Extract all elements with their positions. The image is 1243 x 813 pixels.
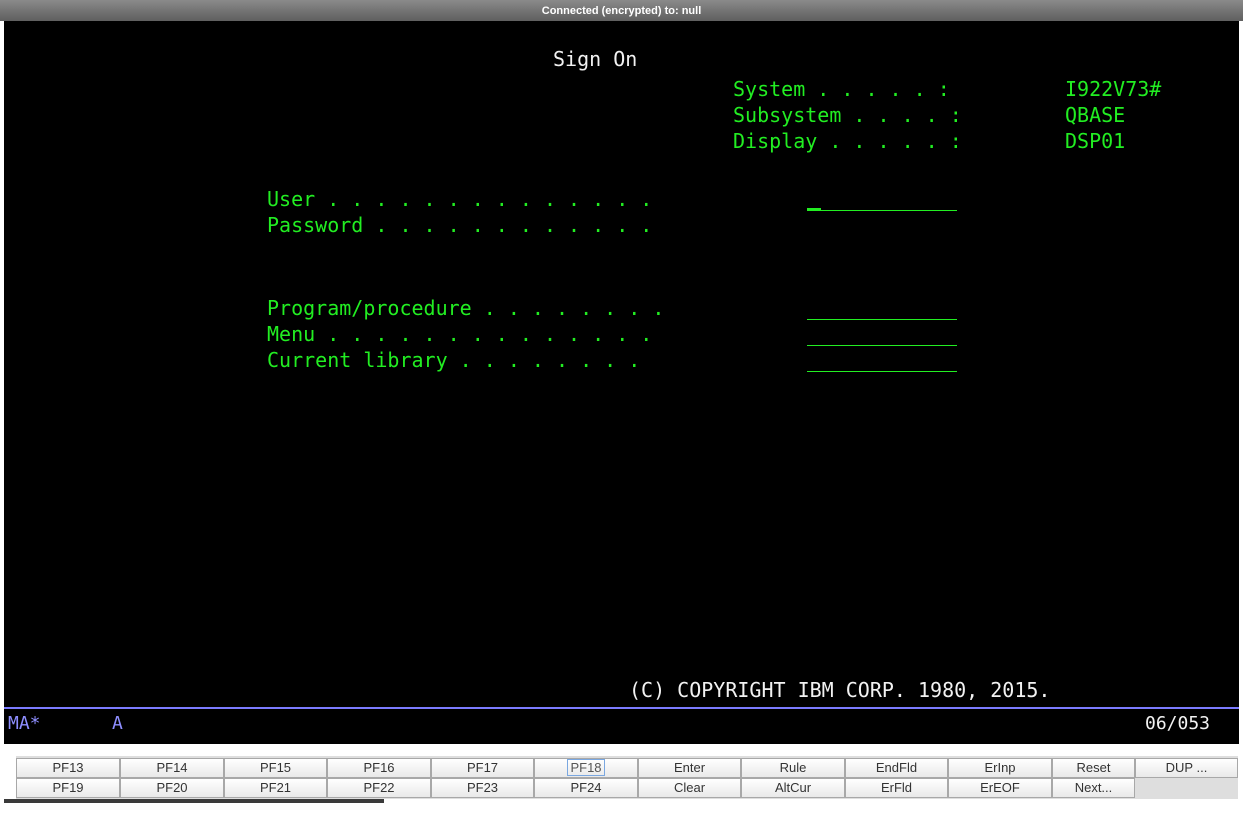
key-rule[interactable]: Rule xyxy=(741,758,845,778)
current-library-field[interactable] xyxy=(807,351,957,372)
key-pf24[interactable]: PF24 xyxy=(534,778,638,798)
program-procedure-field[interactable] xyxy=(807,299,957,320)
screen-heading: Sign On xyxy=(553,47,638,71)
key-next[interactable]: Next... xyxy=(1052,778,1135,798)
oia-divider xyxy=(4,707,1239,709)
window-title-bar: Connected (encrypted) to: null xyxy=(0,0,1243,21)
key-enter[interactable]: Enter xyxy=(638,758,741,778)
status-mode: MA* xyxy=(8,713,41,734)
key-erfld[interactable]: ErFld xyxy=(845,778,948,798)
key-pf23[interactable]: PF23 xyxy=(431,778,534,798)
password-field[interactable] xyxy=(807,216,957,236)
keypad: PF13 PF14 PF15 PF16 PF17 PF18 Enter Rule… xyxy=(16,756,1238,799)
key-pf20[interactable]: PF20 xyxy=(120,778,224,798)
system-label: System . . . . . : xyxy=(733,77,950,101)
user-field[interactable] xyxy=(807,190,957,211)
menu-field[interactable] xyxy=(807,325,957,346)
key-pf22[interactable]: PF22 xyxy=(327,778,431,798)
key-endfld[interactable]: EndFld xyxy=(845,758,948,778)
user-label: User . . . . . . . . . . . . . . xyxy=(267,187,653,211)
window-shadow-edge xyxy=(4,799,384,803)
window-title: Connected (encrypted) to: null xyxy=(541,5,702,17)
key-pf13[interactable]: PF13 xyxy=(16,758,120,778)
terminal-screen[interactable]: Sign On System . . . . . : I922V73# Subs… xyxy=(4,21,1239,744)
key-altcur[interactable]: AltCur xyxy=(741,778,845,798)
key-empty-slot xyxy=(1135,778,1238,798)
system-value: I922V73# xyxy=(1065,77,1162,101)
key-pf14[interactable]: PF14 xyxy=(120,758,224,778)
copyright-notice: (C) COPYRIGHT IBM CORP. 1980, 2015. xyxy=(629,678,1051,702)
key-pf16[interactable]: PF16 xyxy=(327,758,431,778)
key-dup[interactable]: DUP ... xyxy=(1135,758,1238,778)
program-procedure-label: Program/procedure . . . . . . . . xyxy=(267,296,665,320)
display-value: DSP01 xyxy=(1065,129,1126,153)
key-pf18[interactable]: PF18 xyxy=(534,758,638,778)
window-spacer xyxy=(0,744,1243,756)
key-ereof[interactable]: ErEOF xyxy=(948,778,1052,798)
key-pf17[interactable]: PF17 xyxy=(431,758,534,778)
text-cursor xyxy=(807,208,821,211)
cursor-position: 06/053 xyxy=(1145,713,1211,734)
key-clear[interactable]: Clear xyxy=(638,778,741,798)
key-erinp[interactable]: ErInp xyxy=(948,758,1052,778)
menu-label: Menu . . . . . . . . . . . . . . xyxy=(267,322,653,346)
key-reset[interactable]: Reset xyxy=(1052,758,1135,778)
key-pf15[interactable]: PF15 xyxy=(224,758,327,778)
current-library-label: Current library . . . . . . . . xyxy=(267,348,641,372)
key-pf18-label: PF18 xyxy=(567,759,605,776)
display-label: Display . . . . . : xyxy=(733,129,962,153)
key-pf19[interactable]: PF19 xyxy=(16,778,120,798)
key-pf21[interactable]: PF21 xyxy=(224,778,327,798)
status-indicator: A xyxy=(112,713,123,734)
subsystem-value: QBASE xyxy=(1065,103,1126,127)
subsystem-label: Subsystem . . . . : xyxy=(733,103,962,127)
password-label: Password . . . . . . . . . . . . xyxy=(267,213,653,237)
